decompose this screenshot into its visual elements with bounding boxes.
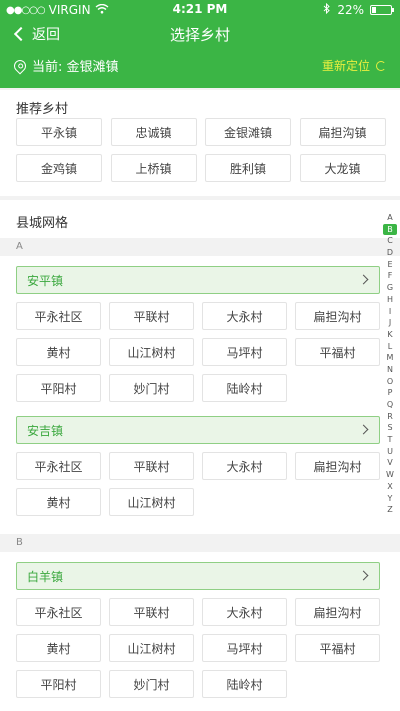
village-chip[interactable]: 黄村 bbox=[16, 488, 101, 516]
town-name: 白羊镇 bbox=[27, 569, 64, 584]
location-pin-icon bbox=[11, 57, 29, 74]
recommended-title: 推荐乡村 bbox=[16, 102, 69, 117]
chevron-right-icon bbox=[358, 274, 369, 285]
recommended-village-chip[interactable]: 金鸡镇 bbox=[16, 154, 102, 182]
index-letter[interactable]: N bbox=[383, 364, 397, 376]
nav-bar: 返回 选择乡村 bbox=[0, 22, 400, 46]
battery-icon bbox=[370, 5, 394, 15]
village-chip[interactable]: 大永村 bbox=[202, 598, 287, 626]
village-chip[interactable]: 平永社区 bbox=[16, 598, 101, 626]
recommended-village-chip[interactable]: 大龙镇 bbox=[299, 154, 386, 182]
index-letter[interactable]: S bbox=[383, 422, 397, 434]
village-chip[interactable]: 黄村 bbox=[16, 338, 101, 366]
recommended-village-chip[interactable]: 扁担沟镇 bbox=[299, 118, 386, 146]
village-chip[interactable]: 平阳村 bbox=[16, 670, 101, 698]
index-letter[interactable]: A bbox=[383, 212, 397, 224]
village-chip[interactable]: 山江树村 bbox=[109, 488, 194, 516]
village-chip[interactable]: 马坪村 bbox=[202, 338, 287, 366]
town-header[interactable]: 安吉镇 bbox=[16, 416, 380, 444]
recommended-section: 推荐乡村 平永镇 忠诚镇 金银滩镇 扁担沟镇金鸡镇 上桥镇 胜利镇 大龙镇 bbox=[0, 90, 400, 196]
village-chip[interactable]: 平联村 bbox=[109, 452, 194, 480]
index-letter[interactable]: Y bbox=[383, 493, 397, 505]
recommended-village-chip[interactable]: 平永镇 bbox=[16, 118, 102, 146]
village-chip[interactable]: 马坪村 bbox=[202, 634, 287, 662]
index-letter[interactable]: Q bbox=[383, 399, 397, 411]
index-letter[interactable]: Z bbox=[383, 504, 397, 516]
index-letter[interactable]: J bbox=[383, 317, 397, 329]
index-letter[interactable]: K bbox=[383, 329, 397, 341]
town-name: 安平镇 bbox=[27, 273, 64, 288]
index-letter[interactable]: O bbox=[383, 376, 397, 388]
relocate-label: 重新定位 bbox=[321, 59, 370, 73]
index-letter[interactable]: W bbox=[383, 469, 397, 481]
index-letter[interactable]: D bbox=[383, 247, 397, 259]
village-chip[interactable]: 山江树村 bbox=[109, 338, 194, 366]
town-header[interactable]: 安平镇 bbox=[16, 266, 380, 294]
village-chip[interactable]: 妙门村 bbox=[109, 374, 194, 402]
village-chip[interactable]: 平阳村 bbox=[16, 374, 101, 402]
village-chip[interactable]: 山江树村 bbox=[109, 634, 194, 662]
recommended-village-chip[interactable]: 上桥镇 bbox=[110, 154, 197, 182]
village-chip[interactable]: 妙门村 bbox=[109, 670, 194, 698]
index-letter[interactable]: U bbox=[383, 446, 397, 458]
letter-header: B bbox=[0, 534, 400, 552]
county-section: 县城网格 A 安平镇 平永社区 平联村 大永村 扁担沟村 黄村 山江树村 马坪村 平福村 平阳村 妙门… bbox=[0, 200, 400, 711]
battery-fill bbox=[372, 7, 376, 13]
chevron-right-icon bbox=[358, 570, 369, 581]
town-name: 安吉镇 bbox=[27, 423, 64, 438]
chevron-right-icon bbox=[358, 424, 369, 435]
index-letter[interactable]: C bbox=[383, 235, 397, 247]
index-letter[interactable]: L bbox=[383, 341, 397, 353]
bluetooth-icon bbox=[323, 2, 331, 17]
village-chip[interactable]: 黄村 bbox=[16, 634, 101, 662]
index-letter[interactable]: H bbox=[383, 294, 397, 306]
index-letter[interactable]: X bbox=[383, 481, 397, 493]
index-letter[interactable]: R bbox=[383, 411, 397, 423]
town-header[interactable]: 白羊镇 bbox=[16, 562, 380, 590]
village-chip[interactable]: 平联村 bbox=[109, 598, 194, 626]
alphabet-index: ABCDEFGHIJKLMNOPQRSTUVWXYZ bbox=[383, 212, 397, 516]
village-chip[interactable]: 平福村 bbox=[295, 338, 380, 366]
village-chip[interactable]: 平联村 bbox=[109, 302, 194, 330]
relocate-button[interactable]: 重新定位 bbox=[322, 57, 386, 74]
village-chip[interactable]: 平福村 bbox=[295, 634, 380, 662]
village-chip[interactable]: 陆岭村 bbox=[202, 670, 287, 698]
index-letter[interactable]: B bbox=[383, 223, 397, 236]
recommended-village-chip[interactable]: 胜利镇 bbox=[205, 154, 291, 182]
page-title: 选择乡村 bbox=[169, 26, 230, 44]
index-letter[interactable]: T bbox=[383, 434, 397, 446]
recommended-village-chip[interactable]: 忠诚镇 bbox=[110, 118, 197, 146]
village-chip[interactable]: 扁担沟村 bbox=[295, 452, 380, 480]
letter-header: A bbox=[0, 238, 400, 256]
location-row: 当前: 金银滩镇 重新定位 bbox=[0, 54, 400, 76]
status-bar: ●●○○○ VIRGIN 4:21 PM 22% bbox=[0, 0, 400, 20]
index-letter[interactable]: M bbox=[383, 352, 397, 364]
village-chip[interactable]: 扁担沟村 bbox=[295, 598, 380, 626]
index-letter[interactable]: G bbox=[383, 282, 397, 294]
index-letter[interactable]: F bbox=[383, 270, 397, 282]
village-chip[interactable]: 陆岭村 bbox=[202, 374, 287, 402]
village-chip[interactable]: 扁担沟村 bbox=[295, 302, 380, 330]
village-chip[interactable]: 平永社区 bbox=[16, 452, 101, 480]
current-location: 当前: 金银滩镇 bbox=[32, 60, 119, 75]
index-letter[interactable]: V bbox=[383, 457, 397, 469]
village-chip[interactable]: 大永村 bbox=[202, 302, 287, 330]
refresh-icon bbox=[376, 60, 386, 71]
index-letter[interactable]: P bbox=[383, 387, 397, 399]
battery-percent: 22% bbox=[337, 3, 364, 17]
recommended-village-chip[interactable]: 金银滩镇 bbox=[205, 118, 291, 146]
village-chip[interactable]: 大永村 bbox=[202, 452, 287, 480]
index-letter[interactable]: I bbox=[383, 306, 397, 318]
village-chip[interactable]: 平永社区 bbox=[16, 302, 101, 330]
county-title: 县城网格 bbox=[16, 216, 69, 231]
header: ●●○○○ VIRGIN 4:21 PM 22% 返回 选择乡村 当前: 金银滩… bbox=[0, 0, 400, 88]
index-letter[interactable]: E bbox=[383, 259, 397, 271]
